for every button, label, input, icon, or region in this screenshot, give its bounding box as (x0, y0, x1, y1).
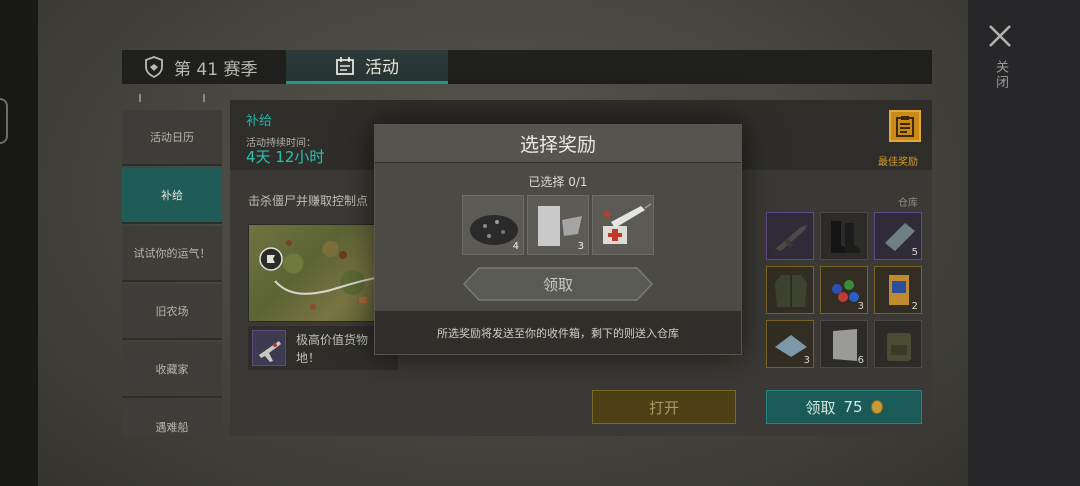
close-icon[interactable] (986, 22, 1014, 50)
modal-body: 已选择 0/1 4 3 领取 (375, 163, 741, 311)
reward-option-ore[interactable]: 4 (462, 195, 524, 255)
storage-item-boots[interactable] (820, 212, 868, 260)
top-tab-bar: 第 41 赛季 活动 (122, 50, 932, 84)
loot-text-end: 地！ (296, 351, 321, 365)
screen-left-edge (0, 0, 38, 486)
calendar-icon (336, 56, 354, 75)
tab-season-label: 第 41 赛季 (174, 59, 258, 80)
duration-value: 4天 12小时 (246, 148, 325, 166)
tab-activity-label: 活动 (365, 58, 399, 78)
reward-qty: 3 (577, 241, 584, 252)
reward-qty: 4 (512, 241, 519, 252)
menu-item-label: 旧农场 (155, 305, 189, 318)
item-qty: 5 (911, 247, 918, 258)
storage-item-seed-packet[interactable]: 2 (874, 266, 922, 314)
activity-menu: 活动日历 补给 试试你的运气！ 旧农场 收藏家 遇难船 (122, 110, 222, 436)
backpack-icon (887, 333, 911, 361)
menu-item-collector[interactable]: 收藏家 (122, 342, 222, 398)
storage-item-cloth[interactable]: 3 (766, 320, 814, 368)
menu-scroll-marks (139, 94, 205, 102)
syringe-icon (603, 203, 652, 244)
menu-item-label: 活动日历 (150, 131, 194, 144)
choose-reward-modal: 选择奖励 已选择 0/1 4 3 领取 所选奖励将发送至你的收件箱，剩下的则送入… (374, 124, 742, 355)
storage-label: 仓库 (898, 198, 918, 209)
side-handle[interactable] (0, 98, 8, 144)
storage-item-steel-sheet[interactable]: 6 (820, 320, 868, 368)
menu-item-luck[interactable]: 试试你的运气！ (122, 226, 222, 282)
modal-title: 选择奖励 (375, 125, 741, 163)
menu-item-shipwreck[interactable]: 遇难船 (122, 400, 222, 436)
menu-item-label: 补给 (161, 189, 183, 202)
item-qty: 3 (803, 355, 810, 366)
reward-option-syringe[interactable] (592, 195, 654, 255)
claim-label: 领取 (805, 398, 836, 417)
rifle-icon (775, 225, 807, 251)
receive-button[interactable]: 领取 (462, 267, 654, 301)
clipboard-icon (896, 116, 914, 137)
coin-icon (870, 400, 883, 414)
item-qty: 6 (857, 355, 864, 366)
storage-item-rifle[interactable] (766, 212, 814, 260)
close-label[interactable]: 关闭 (990, 60, 1010, 90)
selected-count: 已选择 0/1 (528, 175, 588, 189)
best-reward-button[interactable] (889, 110, 921, 142)
boots-icon (831, 221, 860, 253)
menu-item-old-farm[interactable]: 旧农场 (122, 284, 222, 340)
reward-option-foil[interactable]: 3 (527, 195, 589, 255)
storage-item-jacket[interactable] (766, 266, 814, 314)
airplane-icon (252, 330, 286, 366)
best-reward-label: 最佳奖励 (878, 157, 918, 168)
menu-item-supply[interactable]: 补给 (122, 168, 222, 224)
loot-text-line: 极高价值货物 (296, 333, 369, 347)
storage-item-backpack[interactable] (874, 320, 922, 368)
screen-right-edge (968, 0, 1080, 486)
menu-item-calendar[interactable]: 活动日历 (122, 110, 222, 166)
claim-cost: 75 (843, 398, 863, 416)
claim-button[interactable]: 领取 75 (766, 390, 922, 424)
tab-season[interactable]: 第 41 赛季 (122, 50, 286, 84)
event-title: 补给 (246, 114, 273, 129)
receive-label: 领取 (542, 275, 573, 294)
menu-item-label: 试试你的运气！ (133, 247, 211, 260)
storage-item-metal-plate[interactable]: 5 (874, 212, 922, 260)
jacket-icon (775, 275, 807, 307)
storage-item-pills[interactable]: 3 (820, 266, 868, 314)
shield-icon (145, 56, 163, 78)
open-button[interactable]: 打开 (592, 390, 736, 424)
menu-item-label: 收藏家 (155, 363, 189, 376)
mission-text: 击杀僵尸并赚取控制点 (248, 194, 369, 208)
item-qty: 2 (911, 301, 918, 312)
item-qty: 3 (857, 301, 864, 312)
menu-item-label: 遇难船 (155, 421, 189, 434)
tab-activity[interactable]: 活动 (286, 50, 448, 84)
modal-footer-note: 所选奖励将发送至你的收件箱，剩下的则送入仓库 (375, 311, 741, 354)
